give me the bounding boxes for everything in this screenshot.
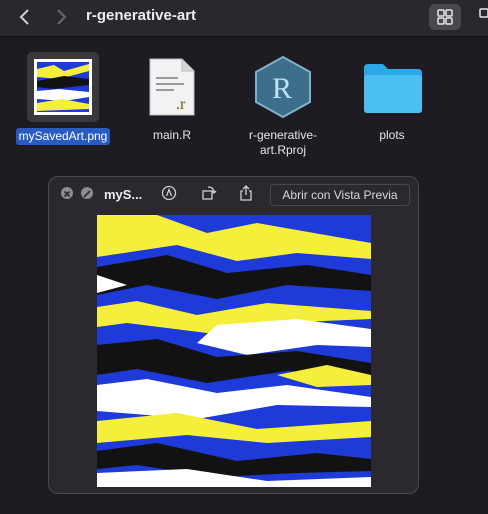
- window-title: r-generative-art: [86, 7, 197, 24]
- svg-text:.r: .r: [176, 96, 186, 113]
- close-button[interactable]: [61, 187, 73, 199]
- file-name: r-generative- art.Rproj: [248, 128, 318, 157]
- markup-icon: [161, 185, 177, 201]
- grid-view-icon: [437, 9, 453, 25]
- markup-button[interactable]: [161, 185, 177, 201]
- quicklook-title: myS...: [104, 187, 143, 202]
- toolbar-overflow-button[interactable]: [472, 6, 488, 28]
- view-mode-button[interactable]: [429, 4, 461, 30]
- more-icon: [479, 8, 488, 18]
- quicklook-window: myS... Abrir con Vista Previa: [48, 176, 419, 494]
- share-icon: [240, 185, 252, 201]
- forward-button[interactable]: [50, 6, 72, 28]
- rotate-icon: [202, 186, 217, 200]
- generative-art-image: [97, 215, 371, 487]
- toolbar: r-generative-art: [0, 0, 488, 37]
- finder-window: { "window": { "title": "r-generative-art…: [0, 0, 488, 514]
- fullscreen-button[interactable]: [81, 187, 93, 199]
- file-name: main.R: [152, 128, 191, 142]
- file-name: mySavedArt.png: [15, 128, 111, 145]
- file-name: plots: [379, 128, 405, 142]
- r-project-icon: R: [255, 56, 311, 118]
- share-button[interactable]: [238, 185, 254, 201]
- open-with-preview-button[interactable]: Abrir con Vista Previa: [270, 184, 410, 206]
- folder-icon: [364, 64, 422, 113]
- fullscreen-icon: [83, 190, 91, 198]
- quicklook-toolbar: myS... Abrir con Vista Previa: [49, 177, 418, 211]
- svg-text:R: R: [272, 72, 292, 105]
- image-thumbnail: [34, 59, 92, 115]
- close-icon: [63, 190, 71, 198]
- chevron-right-icon: [57, 9, 67, 25]
- chevron-left-icon: [19, 9, 29, 25]
- r-script-document-icon: .r: [149, 58, 195, 116]
- back-button[interactable]: [14, 6, 36, 28]
- rotate-button[interactable]: [201, 185, 217, 201]
